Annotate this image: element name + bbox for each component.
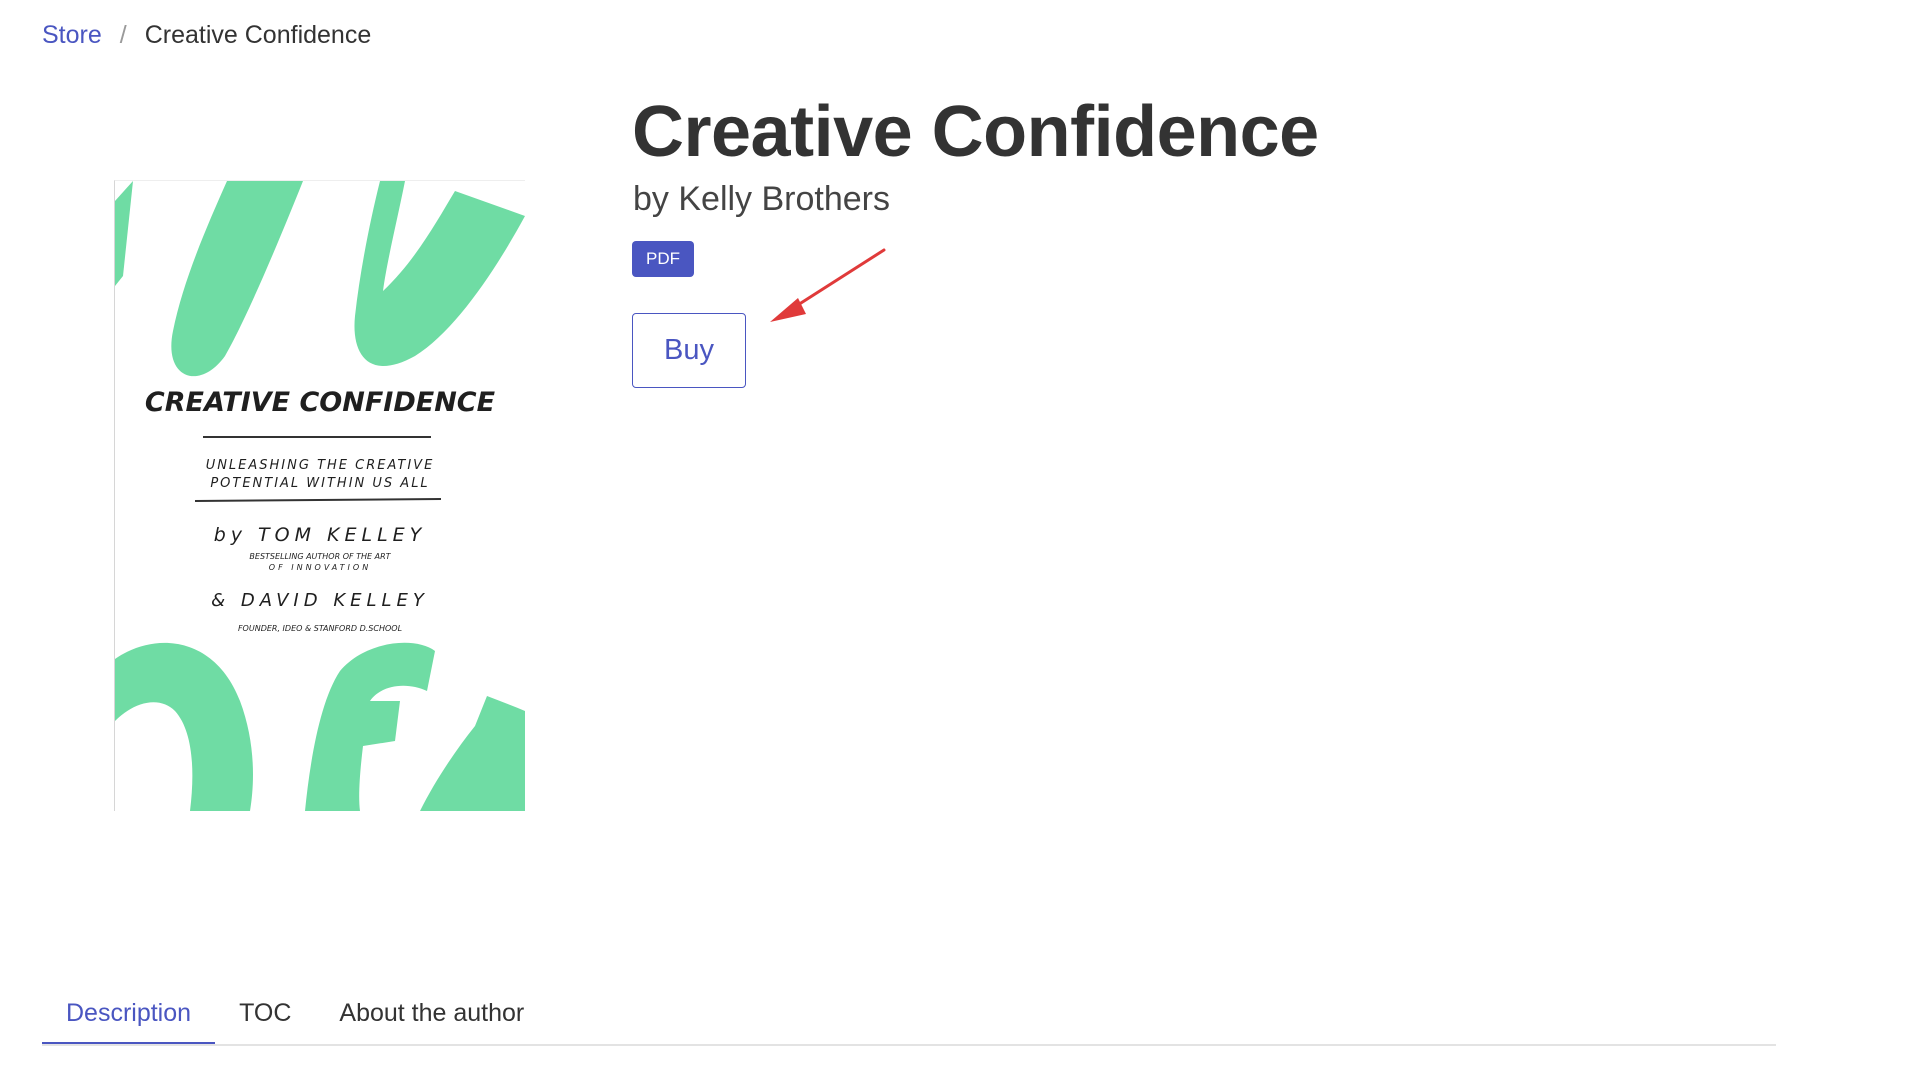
product-page: Store / Creative Confidence CREATIVE CON… [0,0,1920,1071]
format-badge: PDF [632,241,694,277]
tab-description[interactable]: Description [42,990,216,1044]
cover-author1: by TOM KELLEY [214,524,427,546]
cover-author2: & DAVID KELLEY [211,590,429,611]
breadcrumb-separator: / [119,21,127,49]
tab-about-author[interactable]: About the author [315,990,548,1042]
cover-author1-note-line1: BESTSELLING AUTHOR OF THE ART [249,552,391,561]
breadcrumb: Store / Creative Confidence [42,18,371,52]
book-cover-image: CREATIVE CONFIDENCE UNLEASHING THE CREAT… [114,180,525,811]
book-author: by Kelly Brothers [633,180,890,218]
book-cover-art: CREATIVE CONFIDENCE UNLEASHING THE CREAT… [115,181,525,811]
annotation-arrow-icon [770,248,886,322]
cover-author2-note: FOUNDER, IDEO & STANFORD D.SCHOOL [238,624,402,633]
cover-subtitle-line2: POTENTIAL WITHIN US ALL [210,476,429,491]
cover-title-text: CREATIVE CONFIDENCE [145,387,496,418]
tab-bar: Description TOC About the author [42,990,1776,1046]
book-title: Creative Confidence [632,92,1319,172]
breadcrumb-store-link[interactable]: Store [42,18,102,52]
breadcrumb-current: Creative Confidence [144,21,372,49]
tab-toc[interactable]: TOC [215,990,315,1042]
cover-subtitle-line1: UNLEASHING THE CREATIVE [206,458,435,473]
buy-button[interactable]: Buy [632,313,746,388]
cover-author1-note-line2: OF INNOVATION [269,563,371,572]
